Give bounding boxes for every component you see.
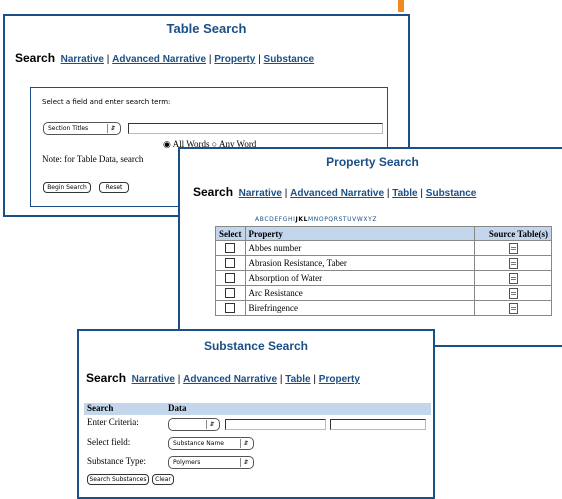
substance-type-label: Substance Type: <box>87 456 146 466</box>
chevron-updown-icon: ⇵ <box>240 439 251 448</box>
nav-link-narrative[interactable]: Narrative <box>132 374 175 385</box>
document-icon[interactable] <box>508 257 518 269</box>
nav-link-advanced-narrative[interactable]: Advanced Narrative <box>112 54 206 65</box>
chevron-updown-icon: ⇵ <box>107 124 118 133</box>
begin-search-button[interactable]: Begin Search <box>43 182 91 193</box>
col-property: Property <box>244 226 475 241</box>
substance-search-nav: Search Narrative | Advanced Narrative | … <box>86 371 360 385</box>
property-name[interactable]: Absorption of Water <box>244 270 475 286</box>
nav-link-substance[interactable]: Substance <box>264 54 315 65</box>
nav-link-table[interactable]: Table <box>285 374 310 385</box>
col-data: Data <box>168 403 187 413</box>
table-row: Abbes number <box>215 240 552 256</box>
document-icon[interactable] <box>508 242 518 254</box>
alphabet-index[interactable]: ABCDEFGHIJKLMNOPQRSTUVWXYZ <box>255 216 377 223</box>
alphabet-index-current[interactable]: JKL <box>296 216 309 223</box>
col-source-tables: Source Table(s) <box>474 226 552 241</box>
table-search-title: Table Search <box>166 21 247 36</box>
col-select: Select <box>215 226 246 241</box>
row-checkbox[interactable] <box>225 288 236 299</box>
document-icon[interactable] <box>508 287 518 299</box>
table-search-nav-label: Search <box>15 51 56 65</box>
table-search-instruction: Select a field and enter search term: <box>42 98 171 106</box>
radio-all-words-icon[interactable]: ◉ <box>163 139 171 149</box>
substance-type-select[interactable]: Polymers ⇵ <box>168 456 254 469</box>
orange-accent-bar <box>398 0 404 12</box>
select-field-label: Select field: <box>87 437 131 447</box>
document-icon[interactable] <box>508 272 518 284</box>
field-select[interactable]: Section Titles ⇵ <box>43 122 121 135</box>
search-substances-button[interactable]: Search Substances <box>87 474 149 485</box>
table-search-note: Note: for Table Data, search <box>42 154 144 164</box>
property-name[interactable]: Birefringence <box>244 300 475 316</box>
property-search-panel: Property Search Search Narrative | Advan… <box>178 147 562 347</box>
row-checkbox[interactable] <box>225 303 236 314</box>
criteria-value-input-1[interactable] <box>225 419 326 430</box>
criteria-value-input-2[interactable] <box>330 419 426 430</box>
substance-field-select[interactable]: Substance Name ⇵ <box>168 437 254 450</box>
clear-button[interactable]: Clear <box>152 474 174 485</box>
row-checkbox[interactable] <box>225 258 236 269</box>
property-search-nav: Search Narrative | Advanced Narrative | … <box>193 185 477 199</box>
property-name[interactable]: Arc Resistance <box>244 285 475 301</box>
property-search-nav-label: Search <box>193 185 234 199</box>
property-search-title: Property Search <box>326 155 419 169</box>
table-row: Arc Resistance <box>215 285 552 301</box>
col-search: Search <box>87 403 114 413</box>
criteria-operator-select[interactable]: ⇵ <box>168 418 220 431</box>
property-name[interactable]: Abrasion Resistance, Taber <box>244 255 475 271</box>
substance-form-header: Search Data <box>84 403 431 415</box>
nav-link-advanced-narrative[interactable]: Advanced Narrative <box>183 374 277 385</box>
table-row: Absorption of Water <box>215 270 552 286</box>
nav-link-advanced-narrative[interactable]: Advanced Narrative <box>290 188 384 199</box>
substance-field-value: Substance Name <box>173 440 224 447</box>
substance-search-title: Substance Search <box>203 339 309 353</box>
search-term-input[interactable] <box>128 123 383 134</box>
property-name[interactable]: Abbes number <box>244 240 475 256</box>
nav-link-property[interactable]: Property <box>319 374 360 385</box>
chevron-updown-icon: ⇵ <box>206 420 217 429</box>
field-select-value: Section Titles <box>48 125 89 132</box>
table-search-nav: Search Narrative | Advanced Narrative | … <box>15 51 315 65</box>
nav-link-substance[interactable]: Substance <box>426 188 477 199</box>
row-checkbox[interactable] <box>225 273 236 284</box>
nav-link-narrative[interactable]: Narrative <box>61 54 104 65</box>
chevron-updown-icon: ⇵ <box>240 458 251 467</box>
nav-link-narrative[interactable]: Narrative <box>239 188 282 199</box>
table-row: Abrasion Resistance, Taber <box>215 255 552 271</box>
nav-link-table[interactable]: Table <box>392 188 417 199</box>
document-icon[interactable] <box>508 302 518 314</box>
property-table-header: Select Property Source Table(s) <box>215 226 552 241</box>
row-checkbox[interactable] <box>225 243 236 254</box>
property-table: Select Property Source Table(s) Abbes nu… <box>215 226 552 316</box>
reset-button[interactable]: Reset <box>99 182 129 193</box>
substance-search-panel: Substance Search Search Narrative | Adva… <box>77 329 435 499</box>
table-row: Birefringence <box>215 300 552 316</box>
nav-link-property[interactable]: Property <box>214 54 255 65</box>
alphabet-index-before[interactable]: ABCDEFGHI <box>255 216 296 223</box>
alphabet-index-after[interactable]: MNOPQRSTUVWXYZ <box>308 216 377 223</box>
enter-criteria-label: Enter Criteria: <box>87 417 139 427</box>
substance-type-value: Polymers <box>173 459 201 466</box>
substance-search-nav-label: Search <box>86 371 127 385</box>
